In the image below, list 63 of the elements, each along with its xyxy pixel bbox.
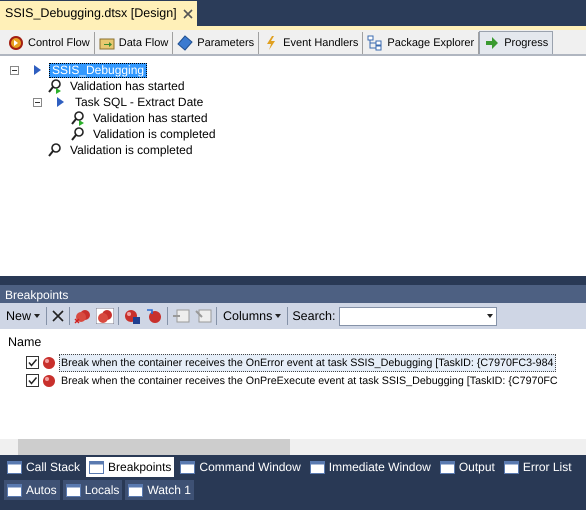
window-icon (66, 482, 81, 496)
tree-item[interactable]: Validation has started (67, 78, 188, 94)
designer-tab[interactable]: Data Flow (94, 32, 174, 54)
caret-icon (275, 314, 282, 318)
triangle-icon (56, 97, 64, 107)
tree-item[interactable]: Validation is completed (67, 142, 196, 158)
tool-window-tab[interactable]: Watch 1 (125, 480, 194, 500)
close-icon[interactable] (182, 8, 193, 19)
search-field[interactable] (339, 306, 498, 326)
designer-tab[interactable]: Control Flow (4, 32, 95, 54)
column-header: Name (8, 335, 42, 349)
delete-icon[interactable] (51, 309, 66, 323)
designer-tab[interactable]: Parameters (173, 32, 260, 54)
breakpoint-row[interactable]: Break when the container receives the OnError event at task SSIS_Debugging [TaskID: {C7970FC3-984 (59, 354, 556, 372)
checkbox[interactable] (26, 356, 39, 370)
designer-tab[interactable]: Progress (479, 30, 554, 54)
tree-item[interactable]: Validation is completed (90, 126, 219, 142)
breakpoint-icon (41, 354, 57, 371)
breakpoint-toggle-icon[interactable] (96, 308, 114, 324)
window-icon (504, 460, 519, 474)
breakpoint-save-icon[interactable] (123, 308, 142, 324)
triangle-icon (33, 65, 41, 75)
collapse-icon[interactable] (10, 66, 19, 74)
breakpoint-delete-icon[interactable] (74, 308, 92, 324)
breakpoint-row[interactable]: Break when the container receives the OnPreExecute event at task SSIS_Debugging [TaskID: {C7970FC (59, 372, 560, 390)
tool-window-tab[interactable]: Output (436, 456, 498, 476)
magnifier-play-icon (70, 110, 86, 126)
window-icon (89, 460, 104, 474)
tool-window-tab[interactable]: Error List (500, 456, 575, 476)
arrow-right-icon (484, 34, 500, 51)
scrollbar-thumb[interactable] (18, 439, 290, 455)
magnifier-play-icon (47, 78, 63, 94)
tool-window-tab[interactable]: Call Stack (4, 456, 84, 476)
tool-window-tab[interactable]: Breakpoints (86, 456, 174, 476)
caret-icon (34, 314, 40, 318)
stop-circle-icon (8, 34, 24, 51)
breakpoint-import-icon[interactable] (145, 308, 164, 324)
breakpoint-icon (41, 372, 57, 389)
window-icon (7, 482, 22, 496)
tool-window-tab[interactable]: Command Window (177, 456, 304, 476)
window-icon (7, 460, 22, 474)
magnifier-icon (70, 126, 86, 142)
designer-tab[interactable]: Event Handlers (259, 32, 364, 54)
tool-window-tab[interactable]: Autos (4, 480, 60, 500)
new-button[interactable]: New (4, 306, 42, 326)
columns-button[interactable]: Columns (221, 306, 284, 326)
window-icon (128, 482, 144, 496)
tree-item[interactable]: Validation has started (90, 110, 211, 126)
checkbox[interactable] (26, 374, 39, 388)
cube-icon (177, 34, 194, 51)
window-icon (310, 460, 325, 474)
collapse-icon[interactable] (33, 98, 42, 106)
caret-icon (487, 314, 494, 318)
panel-title: Breakpoints (0, 285, 586, 303)
magnifier-icon (47, 142, 63, 158)
tree-item[interactable]: Task SQL - Extract Date (72, 94, 206, 110)
tool-window-tab[interactable]: Immediate Window (306, 456, 434, 476)
window-icon (180, 460, 196, 474)
tool-window-tab[interactable]: Locals (62, 480, 122, 500)
search-label: Search: (292, 308, 336, 325)
hierarchy-icon (367, 34, 384, 51)
document-tab[interactable]: SSIS_Debugging.dtsx [Design] (0, 1, 197, 26)
window-icon (440, 460, 455, 474)
